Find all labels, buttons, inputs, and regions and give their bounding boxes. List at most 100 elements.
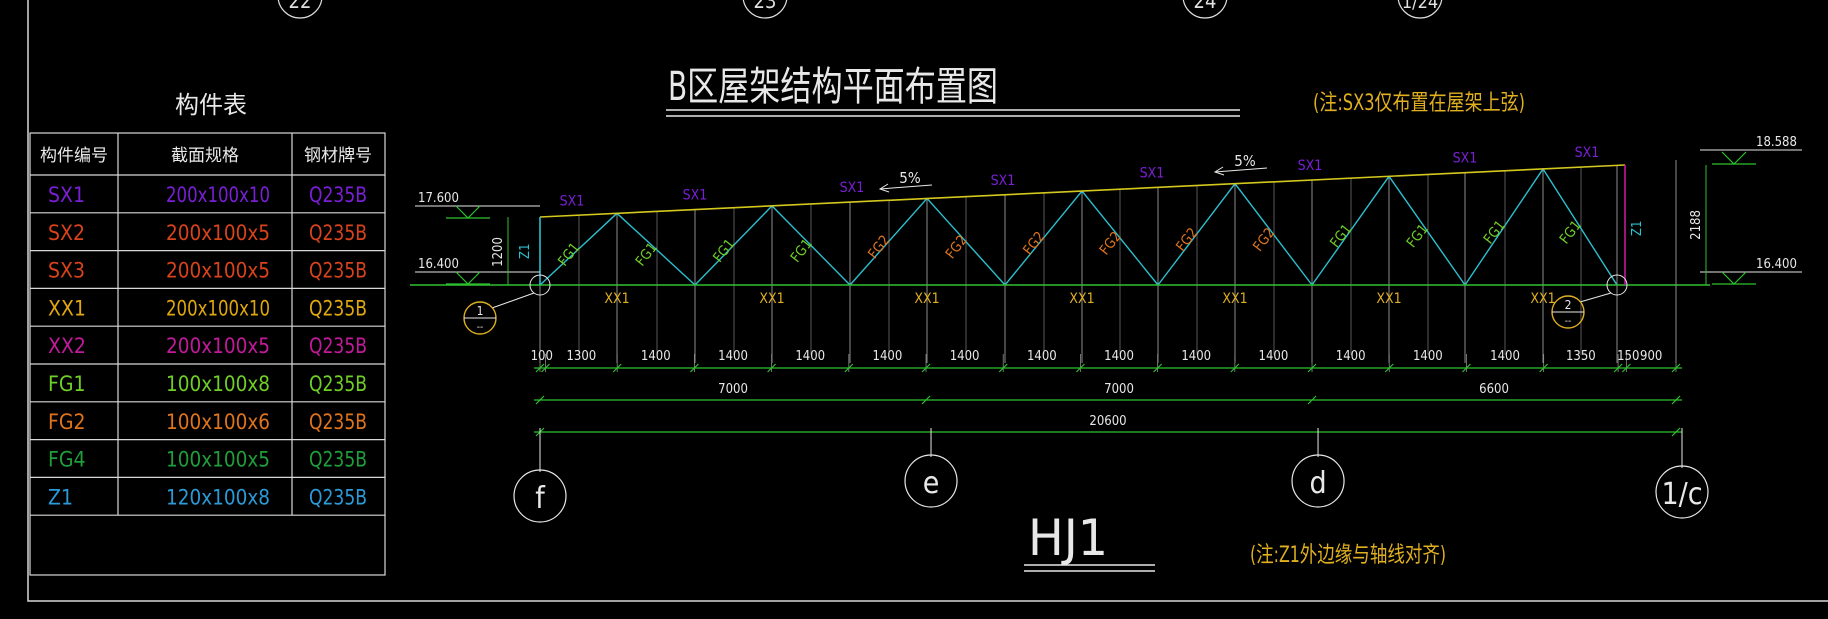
table-cell-section: 100x100x8 <box>166 372 270 396</box>
note-top: (注:SX3仅布置在屋架上弦) <box>1313 91 1525 116</box>
table-cell-grade: Q235B <box>309 183 367 207</box>
top-chord-label: SX1 <box>1140 166 1165 182</box>
dim-row1-text: 1400 <box>1413 349 1443 364</box>
elev-left-bottom-triangle <box>455 271 481 285</box>
table-cell-id: SX1 <box>48 183 85 207</box>
table-cell-grade: Q235B <box>309 448 367 472</box>
axis-label-f: f <box>535 481 546 516</box>
detail-marker-sub: -- <box>477 322 484 333</box>
dim-row1-text: 1400 <box>950 349 980 364</box>
dim-row1-text: 1400 <box>1259 349 1289 364</box>
component-table: 构件表 构件编号 截面规格 钢材牌号 SX1 200x100x10 Q235B SX2 200… <box>29 91 386 576</box>
table-cell-id: SX2 <box>48 221 85 245</box>
top-chord-label: SX1 <box>1453 151 1478 167</box>
axis-label-d: d <box>1309 466 1326 501</box>
elev-left-bottom-text: 16.400 <box>418 257 459 272</box>
dim-row1-text: 1400 <box>718 349 748 364</box>
top-chord-label: SX1 <box>1298 158 1323 174</box>
table-cell-grade: Q235B <box>309 410 367 434</box>
web-label: FG2 <box>943 232 971 262</box>
detail-marker-number: 2 <box>1565 298 1572 312</box>
dim-row1-text: 1400 <box>1104 349 1134 364</box>
slope-label: 5% <box>899 169 921 187</box>
dim-row1-text: 1400 <box>641 349 671 364</box>
dim-row3-text: 20600 <box>1089 414 1126 429</box>
table-cell-section: 200x100x10 <box>166 183 270 207</box>
table-cell-section: 200x100x5 <box>166 334 270 358</box>
axis-label-23: 23 <box>754 0 777 13</box>
dim-row2-text: 7000 <box>1104 382 1134 397</box>
dim-row2-text: 6600 <box>1479 382 1509 397</box>
detail-marker-sub: -- <box>1565 316 1572 327</box>
column-label-left: Z1 <box>518 244 533 259</box>
table-cell-grade: Q235B <box>309 221 367 245</box>
dim-row1-text: 1300 <box>566 349 596 364</box>
web-label: FG2 <box>1097 229 1125 259</box>
table-cell-section: 200x100x5 <box>166 259 270 283</box>
table-cell-id: XX2 <box>48 334 86 358</box>
truss-name: HJ1 <box>1028 509 1108 567</box>
dim-row1-text: 1400 <box>1181 349 1211 364</box>
dim-row1-text: 1350 <box>1566 349 1596 364</box>
table-cell-id: Z1 <box>48 485 73 509</box>
bottom-chord-label: XX1 <box>914 291 939 307</box>
top-axis-bubbles: 22 23 24 1/24 <box>277 0 1443 19</box>
dim-row1-text: 1400 <box>795 349 825 364</box>
table-cell-section: 100x100x5 <box>166 448 270 472</box>
elev-right-top-text: 18.588 <box>1756 135 1797 150</box>
bottom-chord-label: XX1 <box>1376 291 1401 307</box>
dim-row1-text: 1400 <box>1336 349 1366 364</box>
table-cell-section: 100x100x6 <box>166 410 270 434</box>
slope-label: 5% <box>1234 152 1256 170</box>
axis-label-24: 24 <box>1194 0 1217 13</box>
drawing-title: B区屋架结构平面布置图 <box>668 64 998 110</box>
elev-right-bottom-text: 16.400 <box>1756 257 1797 272</box>
table-cell-section: 120x100x8 <box>166 485 270 509</box>
table-cell-grade: Q235B <box>309 485 367 509</box>
column-label-right: Z1 <box>1630 221 1645 236</box>
table-cell-id: XX1 <box>48 296 86 320</box>
top-chord-label: SX1 <box>1575 145 1600 161</box>
detail-leader <box>491 292 535 309</box>
axis-label-e: e <box>923 466 940 501</box>
table-cell-section: 200x100x10 <box>166 296 270 320</box>
bottom-chord-label: XX1 <box>759 291 784 307</box>
top-chord-label: SX1 <box>560 193 585 209</box>
height-left-text: 1200 <box>491 237 506 267</box>
dim-row1-text: 900 <box>1640 349 1662 364</box>
top-chord-label: SX1 <box>683 188 708 204</box>
bottom-chord-label: XX1 <box>1222 291 1247 307</box>
dim-row2-text: 7000 <box>718 382 748 397</box>
elev-right-top-triangle <box>1721 151 1747 165</box>
table-title: 构件表 <box>175 91 247 119</box>
bottom-axis-bubbles: f e d 1/c <box>513 428 1709 523</box>
table-header-2: 钢材牌号 <box>304 146 372 166</box>
elev-right-bottom-triangle <box>1721 271 1747 285</box>
table-cell-grade: Q235B <box>309 334 367 358</box>
table-cell-id: FG4 <box>48 448 86 472</box>
table-cell-grade: Q235B <box>309 296 367 320</box>
table-cell-section: 200x100x5 <box>166 221 270 245</box>
dim-row1-text: 150 <box>1617 349 1639 364</box>
axis-label-1-c: 1/c <box>1661 477 1702 512</box>
dim-row1-text: 1400 <box>873 349 903 364</box>
axis-label-1-24: 1/24 <box>1402 0 1438 13</box>
elev-left-top-text: 17.600 <box>418 191 459 206</box>
top-chord-label: SX1 <box>991 173 1016 189</box>
table-header-1: 截面规格 <box>171 146 239 166</box>
table-cell-id: FG1 <box>48 372 86 396</box>
height-right-text: 2188 <box>1689 210 1704 240</box>
web-label: FG1 <box>788 236 816 266</box>
top-chord-label: SX1 <box>840 180 865 196</box>
table-cell-grade: Q235B <box>309 372 367 396</box>
bottom-chord-label: XX1 <box>604 291 629 307</box>
bottom-chord-label: XX1 <box>1069 291 1094 307</box>
table-cell-id: SX3 <box>48 259 85 283</box>
table-cell-grade: Q235B <box>309 259 367 283</box>
note-bottom: (注:Z1外边缘与轴线对齐) <box>1250 543 1446 568</box>
table-header-0: 构件编号 <box>40 146 108 166</box>
detail-marker-number: 1 <box>477 304 484 318</box>
elev-left-top-triangle <box>455 205 481 219</box>
detail-leader <box>1579 292 1612 303</box>
cad-drawing: 22 23 24 1/24 B区屋架结构平面布置图 (注:SX3仅布置在屋架上弦… <box>27 0 1828 602</box>
